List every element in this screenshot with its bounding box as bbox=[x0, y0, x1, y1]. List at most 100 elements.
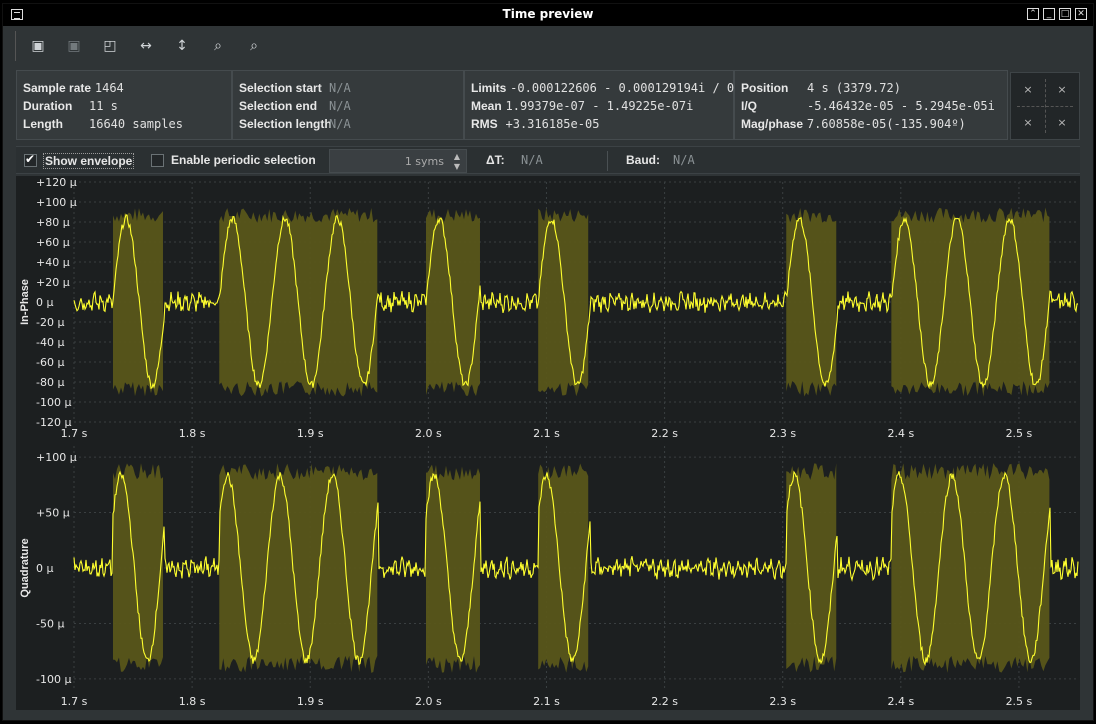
open-icon[interactable]: ▣ bbox=[27, 35, 49, 57]
y-tick-label: -60 µ bbox=[36, 356, 64, 369]
constellation-point-icon: × bbox=[1023, 116, 1033, 129]
show-envelope-label[interactable]: Show envelope bbox=[43, 153, 135, 169]
sample-rate-value: 1464 bbox=[94, 81, 124, 95]
selection-start-label: Selection start bbox=[239, 81, 322, 95]
spin-up-icon[interactable]: ▲ bbox=[452, 152, 462, 162]
syms-spinbox[interactable]: 1 syms ▲ ▼ bbox=[329, 149, 467, 173]
delete-icon[interactable]: ◰ bbox=[99, 35, 121, 57]
waveform-svg[interactable]: In-Phase +120 µ +100 µ +80 µ +60 µ +40 µ +20 µ… bbox=[16, 176, 1080, 710]
x-tick-label: 2.2 s bbox=[651, 427, 678, 440]
y-tick-label: 0 µ bbox=[36, 296, 54, 309]
options-bar: Show envelope Enable periodic selection … bbox=[16, 146, 1080, 174]
selection-end-label: Selection end bbox=[239, 99, 318, 113]
y-tick-label: +100 µ bbox=[36, 451, 77, 464]
y-tick-label: -80 µ bbox=[36, 376, 64, 389]
duration-value: 11 s bbox=[89, 99, 118, 113]
maximize-icon[interactable]: □ bbox=[1059, 8, 1071, 20]
y-tick-label: +40 µ bbox=[36, 256, 70, 269]
y-tick-label: -40 µ bbox=[36, 336, 64, 349]
window-title: Time preview bbox=[502, 7, 594, 21]
y-axis-label: Quadrature bbox=[19, 538, 31, 597]
signal-envelope bbox=[538, 463, 589, 673]
x-tick-label: 1.7 s bbox=[61, 427, 88, 440]
mean-label: Mean bbox=[471, 99, 502, 113]
selection-length-value: N/A bbox=[329, 117, 351, 131]
fit-horizontal-icon[interactable]: ↔ bbox=[135, 35, 157, 57]
constellation-point-icon: × bbox=[1057, 83, 1067, 96]
y-axis-label: In-Phase bbox=[19, 279, 31, 325]
toolbar: ▣ ▣ ◰ ↔ ↕ ⌕ ⌕ bbox=[13, 27, 1083, 65]
duration-label: Duration bbox=[23, 99, 73, 113]
syms-value[interactable]: 1 syms bbox=[405, 155, 444, 168]
rms-label: RMS bbox=[471, 117, 498, 131]
y-tick-label: +60 µ bbox=[36, 236, 70, 249]
selection-start-value: N/A bbox=[329, 81, 351, 95]
x-tick-label: 2.3 s bbox=[769, 695, 796, 708]
minimize-icon[interactable]: _ bbox=[1043, 8, 1055, 20]
x-tick-label: 2.0 s bbox=[415, 427, 442, 440]
toolbar-separator bbox=[15, 31, 16, 61]
limits-value: -0.000122606 - 0.000129194i / 0 bbox=[510, 81, 735, 95]
y-tick-label: 0 µ bbox=[36, 562, 54, 575]
y-tick-label: -100 µ bbox=[36, 673, 71, 686]
periodic-selection-label[interactable]: Enable periodic selection bbox=[171, 153, 316, 167]
length-label: Length bbox=[23, 117, 63, 131]
show-envelope-checkbox[interactable] bbox=[24, 152, 37, 167]
x-tick-label: 2.2 s bbox=[651, 695, 678, 708]
options-separator bbox=[607, 151, 608, 171]
sample-info-box: Sample rate 1464 Duration 11 s Length 1664… bbox=[16, 70, 232, 140]
x-tick-label: 2.5 s bbox=[1006, 427, 1033, 440]
waveform-plots[interactable]: In-Phase +120 µ +100 µ +80 µ +60 µ +40 µ +20 µ… bbox=[16, 176, 1080, 710]
position-info-box: Position 4 s (3379.72) I/Q -5.46432e-05 - … bbox=[734, 70, 1008, 140]
iq-value: -5.46432e-05 - 5.2945e-05i bbox=[807, 99, 995, 113]
shade-icon[interactable]: ⌃ bbox=[1027, 8, 1039, 20]
stats-info-box: Limits -0.000122606 - 0.000129194i / 0 M… bbox=[464, 70, 734, 140]
fit-vertical-icon[interactable]: ↕ bbox=[171, 35, 193, 57]
delta-t-value: N/A bbox=[521, 153, 543, 167]
magphase-value: 7.60858e-05(-135.904º) bbox=[806, 117, 966, 131]
constellation-point-icon: × bbox=[1057, 116, 1067, 129]
length-value: 16640 samples bbox=[89, 117, 183, 131]
x-tick-label: 1.8 s bbox=[179, 427, 206, 440]
selection-info-box: Selection start N/A Selection end N/A Sele… bbox=[232, 70, 464, 140]
signal-envelope bbox=[786, 463, 837, 673]
x-tick-label: 2.4 s bbox=[887, 695, 914, 708]
baud-label: Baud: bbox=[626, 153, 660, 167]
x-tick-label: 2.0 s bbox=[415, 695, 442, 708]
rms-value: +3.316185e-05 bbox=[505, 117, 600, 131]
periodic-selection-checkbox[interactable] bbox=[151, 154, 164, 167]
selection-length-label: Selection length bbox=[239, 117, 332, 131]
constellation-point-icon: × bbox=[1023, 83, 1033, 96]
close-icon[interactable]: ✕ bbox=[1075, 8, 1087, 20]
title-bar: Time preview ⌃ _ □ ✕ bbox=[3, 4, 1093, 26]
signal-envelope bbox=[425, 208, 480, 397]
y-tick-label: +100 µ bbox=[36, 196, 77, 209]
mean-value: 1.99379e-07 - 1.49225e-07i bbox=[505, 99, 694, 113]
x-tick-label: 2.1 s bbox=[533, 427, 560, 440]
x-tick-label: 2.1 s bbox=[533, 695, 560, 708]
selection-end-value: N/A bbox=[329, 99, 351, 113]
save-icon[interactable]: ▣ bbox=[63, 35, 85, 57]
signal-envelope bbox=[786, 208, 837, 397]
delta-t-label: ΔT: bbox=[486, 153, 505, 167]
zoom-in-icon[interactable]: ⌕ bbox=[243, 35, 265, 57]
position-label: Position bbox=[741, 81, 789, 95]
spin-down-icon[interactable]: ▼ bbox=[452, 162, 462, 172]
iq-label: I/Q bbox=[741, 99, 758, 113]
sample-rate-label: Sample rate bbox=[23, 81, 92, 95]
limits-label: Limits bbox=[471, 81, 507, 95]
y-tick-label: +50 µ bbox=[36, 507, 70, 520]
signal-envelope bbox=[112, 463, 163, 672]
y-tick-label: +20 µ bbox=[36, 276, 70, 289]
x-tick-label: 1.9 s bbox=[297, 427, 324, 440]
y-tick-label: -20 µ bbox=[36, 316, 64, 329]
baud-value: N/A bbox=[673, 153, 695, 167]
signal-envelope bbox=[425, 464, 480, 673]
y-tick-label: -50 µ bbox=[36, 617, 64, 630]
position-value: 4 s (3379.72) bbox=[807, 81, 901, 95]
constellation-preview: × × × × bbox=[1010, 72, 1080, 140]
zoom-out-icon[interactable]: ⌕ bbox=[207, 35, 229, 57]
x-tick-label: 2.5 s bbox=[1006, 695, 1033, 708]
info-panel: Sample rate 1464 Duration 11 s Length 1664… bbox=[16, 70, 1080, 140]
x-tick-label: 2.3 s bbox=[769, 427, 796, 440]
